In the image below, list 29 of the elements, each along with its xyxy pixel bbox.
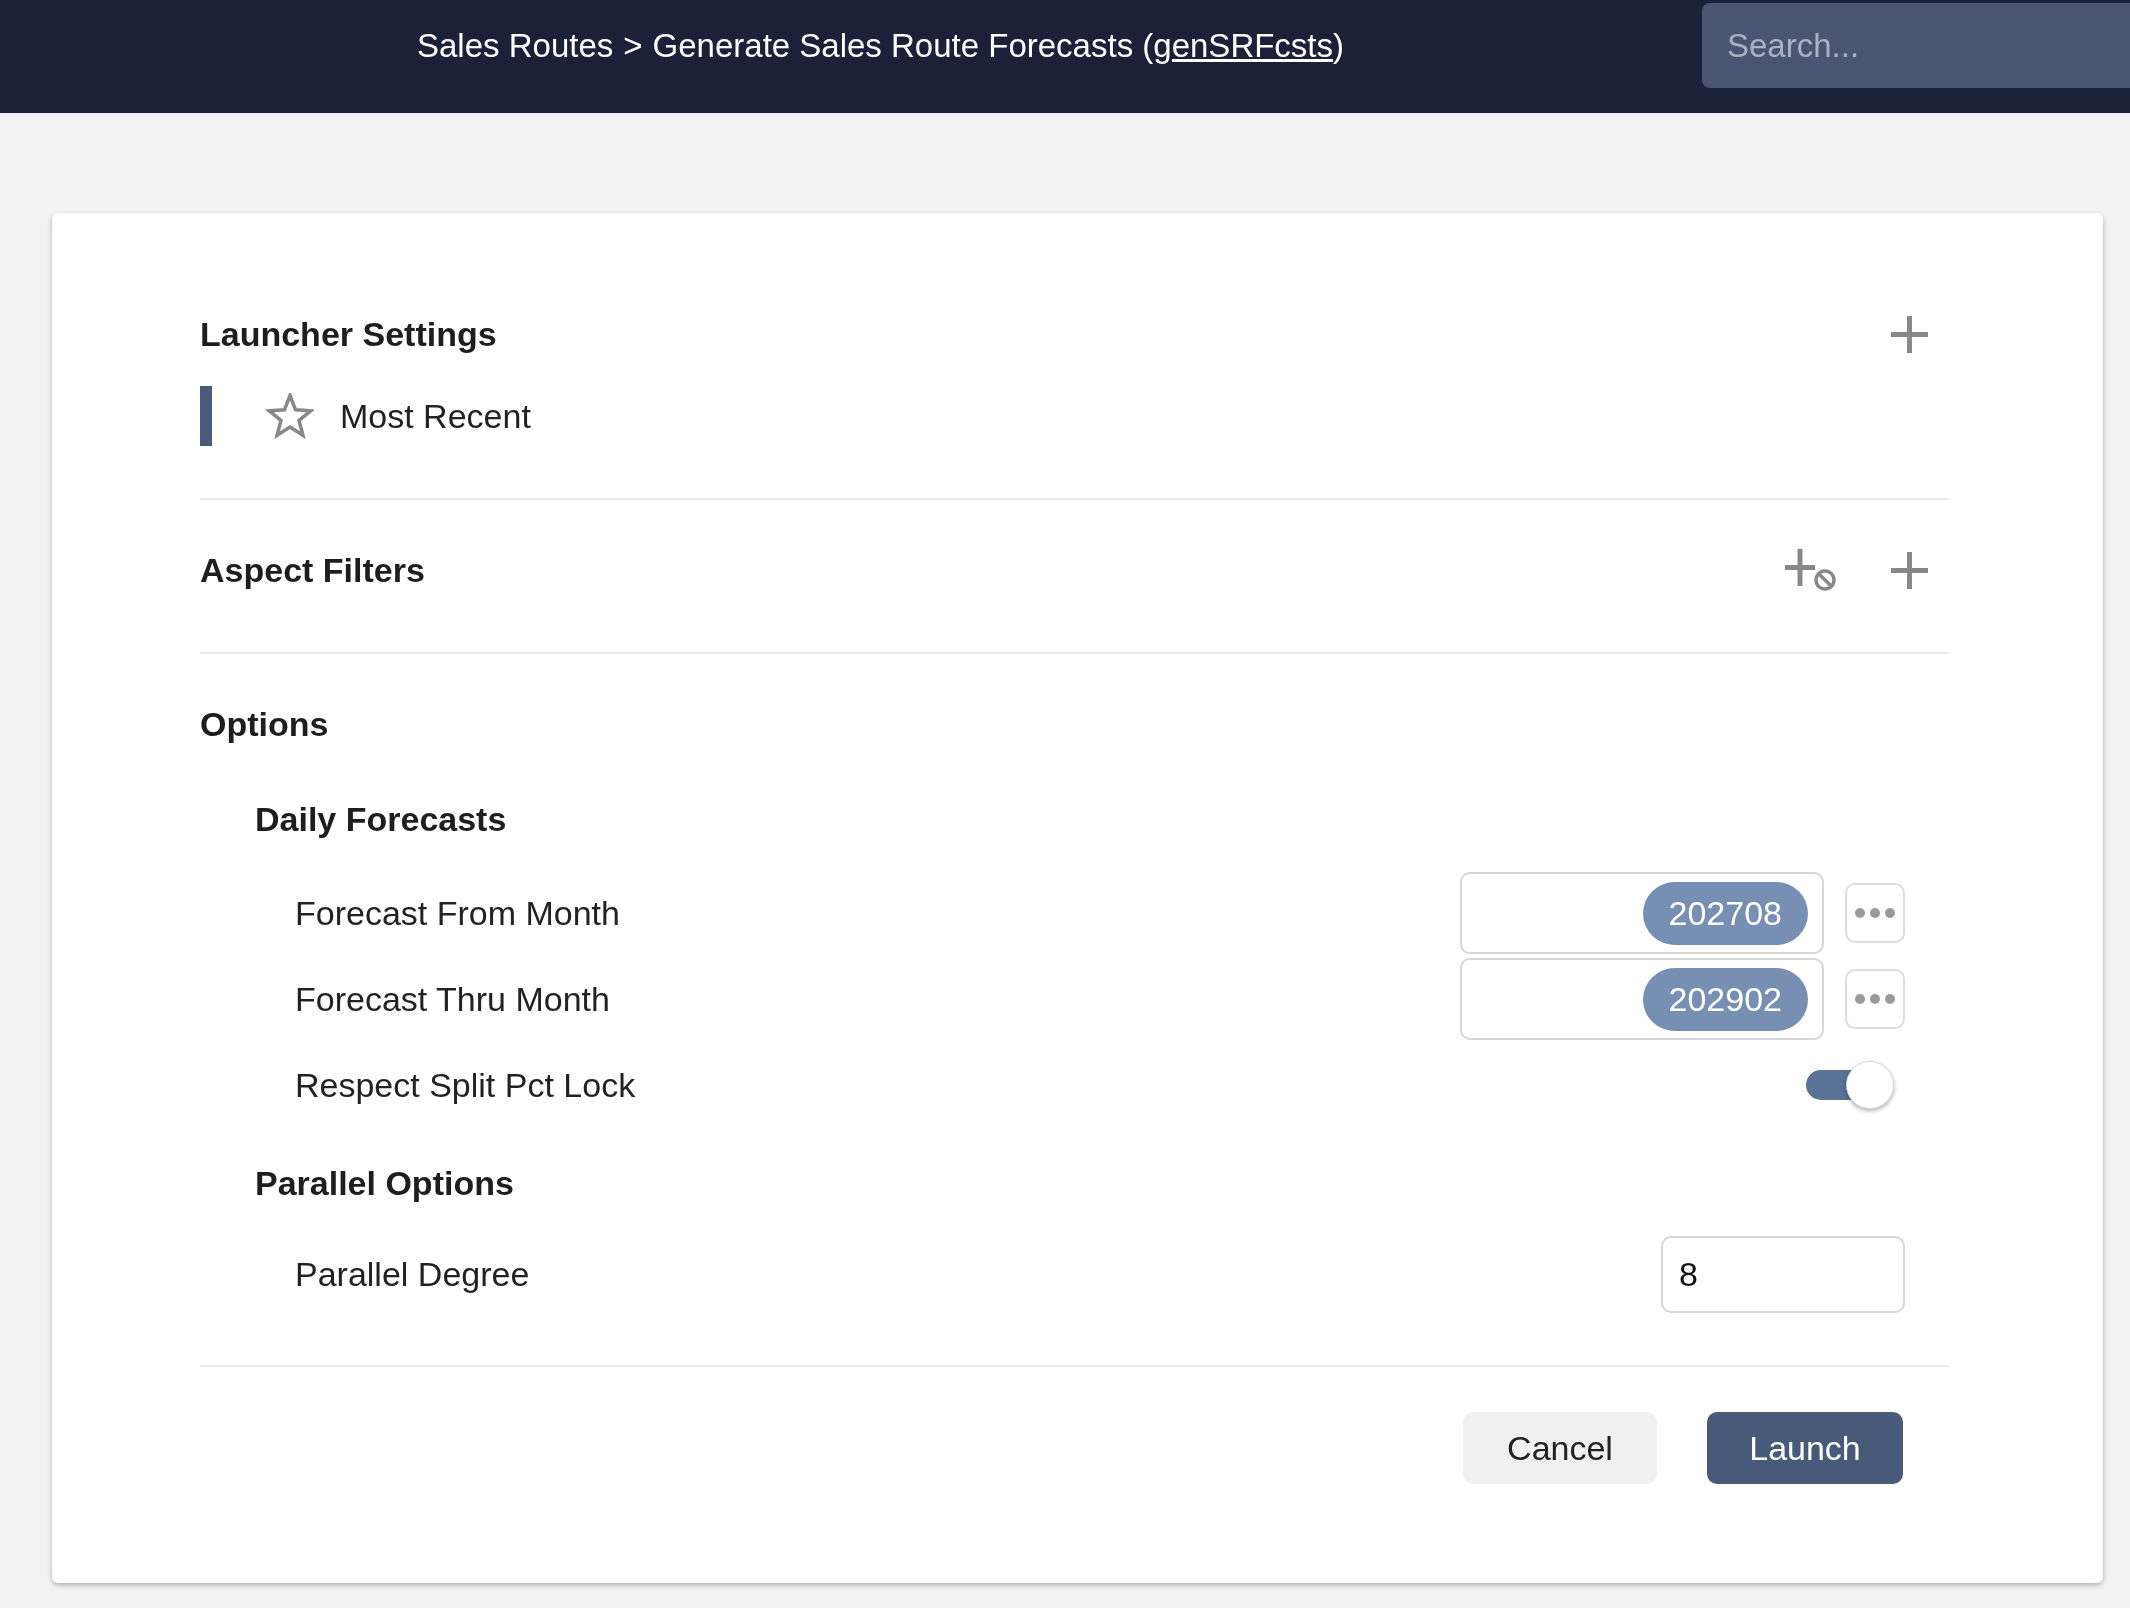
search-field[interactable]: Search... — [1702, 3, 2130, 88]
toggle-switch[interactable] — [1806, 1061, 1894, 1109]
ellipsis-icon — [1855, 994, 1895, 1004]
field-label: Forecast Thru Month — [295, 979, 610, 1019]
group-title: Parallel Options — [255, 1163, 514, 1203]
plus-icon[interactable] — [1891, 315, 1928, 353]
ellipsis-button[interactable] — [1845, 883, 1905, 943]
group-title: Daily Forecasts — [255, 799, 507, 839]
plus-no-sign-icon[interactable] — [1785, 549, 1836, 591]
field-label: Parallel Degree — [295, 1255, 530, 1294]
section-title: Launcher Settings — [200, 314, 497, 354]
launcher-item[interactable]: Most Recent — [200, 386, 535, 446]
number-input[interactable]: 8 — [1661, 1236, 1905, 1313]
launch-button[interactable]: Launch — [1707, 1412, 1903, 1484]
code-link[interactable]: genSRFcsts — [1153, 26, 1334, 64]
value-chip: 202708 — [1642, 881, 1808, 945]
ellipsis-button[interactable] — [1845, 969, 1905, 1029]
field-label: Forecast From Month — [295, 893, 620, 933]
section-title: Aspect Filters — [200, 550, 425, 590]
breadcrumb-separator: > — [623, 26, 643, 65]
section-title: Options — [200, 704, 329, 744]
field-label: Respect Split Pct Lock — [295, 1065, 636, 1105]
cancel-button[interactable]: Cancel — [1463, 1412, 1657, 1484]
breadcrumb-link[interactable]: Sales Routes — [417, 26, 614, 65]
ellipsis-icon — [1855, 908, 1895, 918]
value-chip: 202902 — [1642, 967, 1808, 1031]
plus-icon[interactable] — [1891, 551, 1928, 589]
page-title: Generate Sales Route Forecasts (genSRFcsts) — [652, 26, 1345, 65]
star-icon[interactable] — [266, 393, 314, 439]
